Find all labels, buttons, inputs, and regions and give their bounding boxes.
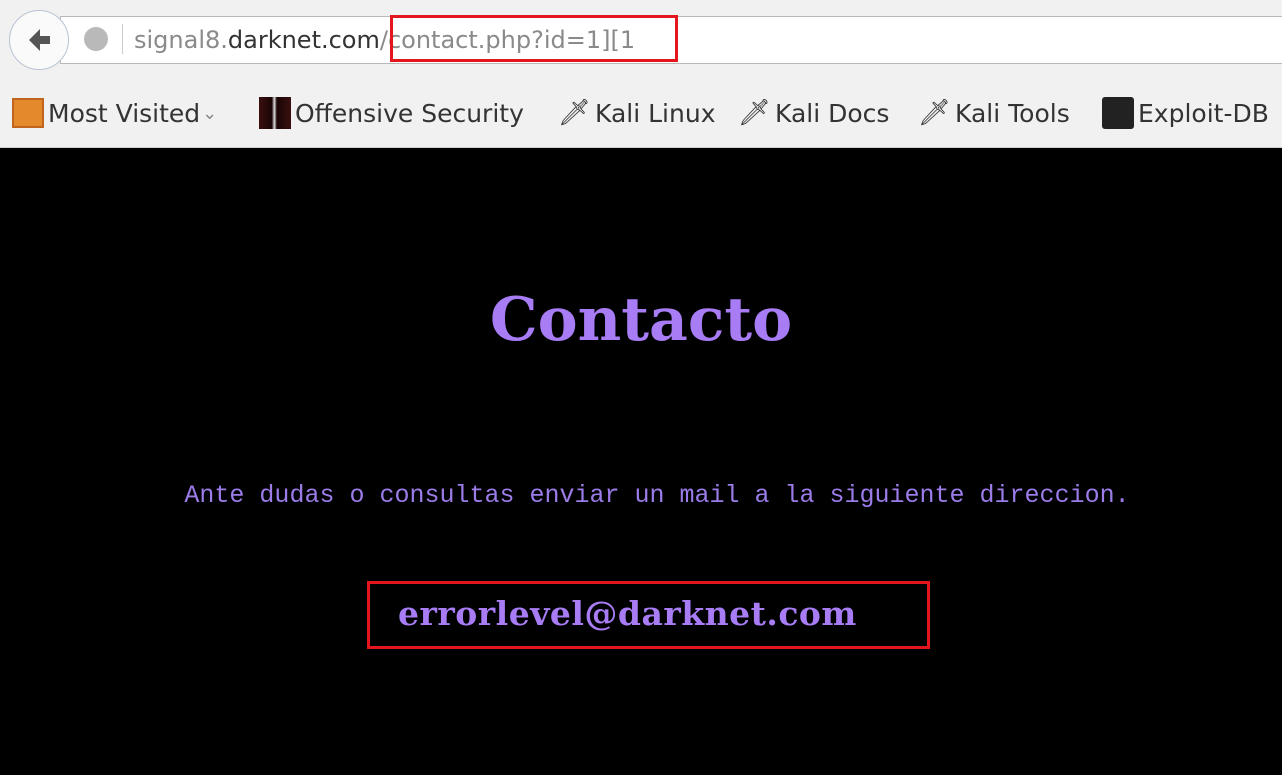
bookmark-kali-linux[interactable]: 🗡 Kali Linux: [558, 94, 716, 132]
bookmark-most-visited[interactable]: Most Visited ⌄: [12, 94, 217, 132]
url-highlight-box: [390, 15, 678, 62]
arrow-left-icon: [29, 29, 50, 51]
kali-dragon-icon: 🗡: [918, 98, 952, 128]
url-separator: [122, 24, 123, 54]
bookmark-label: Kali Tools: [955, 98, 1070, 128]
exploitdb-icon: [1102, 97, 1134, 129]
folder-icon: [12, 98, 44, 128]
bookmark-label: Most Visited: [48, 98, 201, 128]
bookmark-label: Exploit-DB: [1138, 98, 1269, 128]
back-button[interactable]: [9, 10, 69, 70]
chevron-down-icon: ⌄: [202, 102, 218, 124]
page-title: Contacto: [489, 285, 793, 355]
offsec-icon: [259, 97, 291, 129]
globe-icon: [84, 27, 108, 51]
bookmark-kali-docs[interactable]: 🗡 Kali Docs: [738, 94, 889, 132]
bookmark-label: Kali Docs: [775, 98, 890, 128]
email-highlight-box: [367, 581, 930, 649]
contact-message: Ante dudas o consultas enviar un mail a …: [184, 481, 1130, 510]
bookmark-label: Kali Linux: [595, 98, 716, 128]
bookmark-label: Offensive Security: [295, 98, 524, 128]
bookmark-kali-tools[interactable]: 🗡 Kali Tools: [918, 94, 1070, 132]
browser-chrome: signal8.darknet.com/contact.php?id=1][1 …: [0, 0, 1282, 148]
url-host-prefix: signal8.: [134, 26, 228, 54]
kali-dragon-icon: 🗡: [558, 98, 592, 128]
bookmark-offensive-security[interactable]: Offensive Security: [259, 94, 524, 132]
url-host: darknet.com: [227, 26, 380, 54]
kali-dragon-icon: 🗡: [738, 98, 772, 128]
bookmark-exploit-db[interactable]: Exploit-DB: [1102, 94, 1269, 132]
